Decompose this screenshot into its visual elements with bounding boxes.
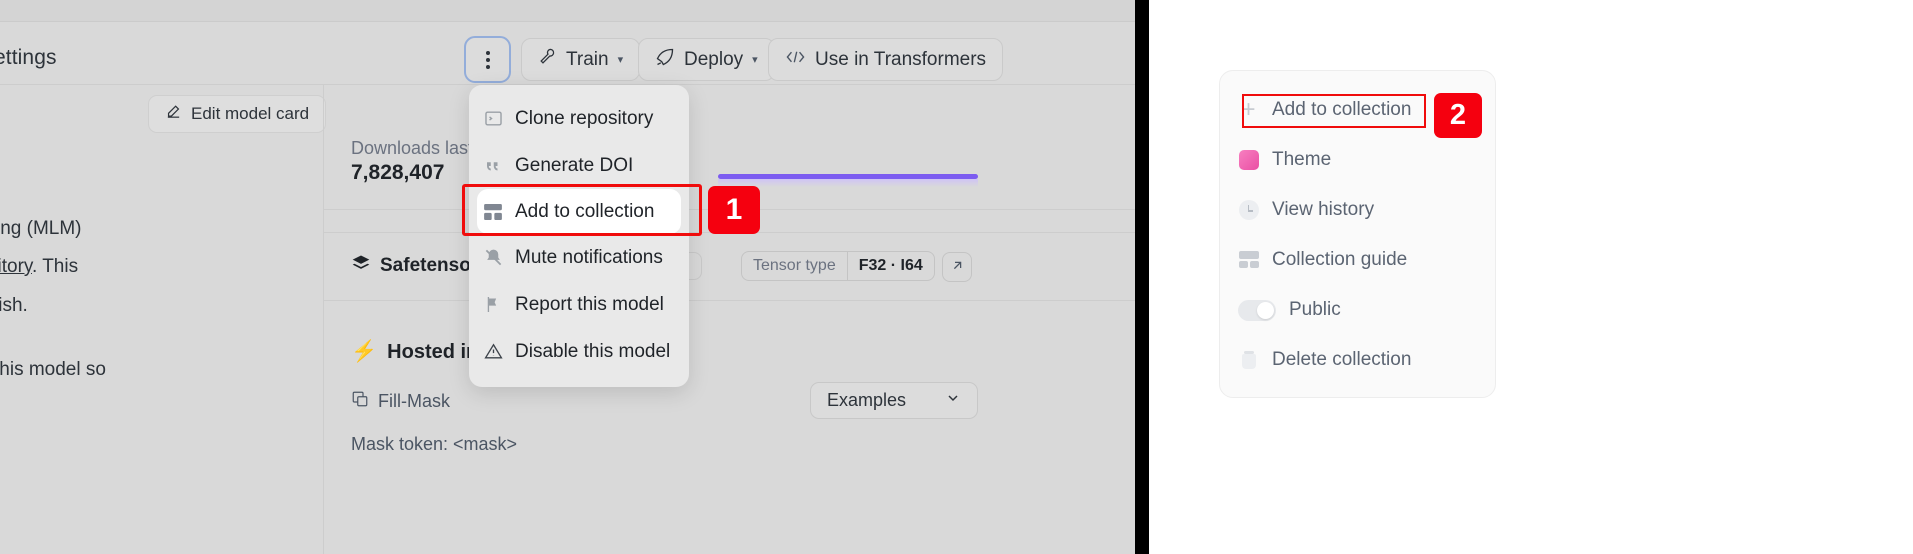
model-page-panel: ettings Edit model card Downloads last 7… [0, 0, 1135, 554]
tensor-type-value: F32 · I64 [858, 257, 923, 274]
annotation-badge-1: 1 [708, 186, 760, 234]
arrow-up-right-icon [950, 258, 965, 277]
examples-dropdown[interactable]: Examples [810, 382, 978, 419]
text-fragment-repository-suffix: . This [31, 256, 79, 277]
bell-muted-icon [483, 248, 503, 268]
external-link-button[interactable] [942, 252, 972, 282]
clock-icon [1238, 200, 1259, 221]
collection-item-label: Add to collection [1272, 99, 1412, 120]
more-options-button[interactable] [464, 36, 511, 83]
text-fragment-repository: sitory. This [0, 256, 78, 278]
text-fragment-mlm: ing (MLM) [0, 218, 82, 239]
text-fragment-this-model-so: this model so [0, 359, 106, 380]
downloads-value: 7,828,407 [351, 161, 445, 184]
menu-item-clone-repository[interactable]: Clone repository [469, 95, 689, 142]
menu-item-label: Add to collection [515, 200, 655, 222]
menu-item-generate-doi[interactable]: Generate DOI [469, 142, 689, 189]
menu-item-label: Clone repository [515, 107, 654, 129]
collection-item-label: View history [1272, 199, 1375, 220]
collection-grid-icon [483, 202, 503, 222]
menu-item-add-to-collection[interactable]: Add to collection [477, 189, 681, 234]
mask-token-text: Mask token: <mask> [351, 434, 518, 454]
deploy-button[interactable]: Deploy ▾ [638, 38, 775, 81]
train-label: Train [566, 48, 609, 70]
menu-item-label: Generate DOI [515, 154, 634, 176]
toggle-off-icon[interactable] [1238, 299, 1276, 321]
menu-item-label: Mute notifications [515, 246, 663, 268]
terminal-icon [483, 109, 503, 129]
pencil-icon [165, 103, 182, 125]
collection-item-public-toggle[interactable]: Public [1238, 299, 1341, 321]
code-brackets-icon [785, 49, 806, 71]
edit-model-card-button[interactable]: Edit model card [148, 95, 327, 133]
caret-down-icon: ▾ [752, 54, 758, 66]
repository-link[interactable]: sitory [0, 256, 32, 277]
hosted-inference-label: Hosted in [387, 340, 479, 363]
rocket-icon [655, 47, 675, 73]
panel-divider [1135, 0, 1149, 554]
caret-down-icon: ▾ [617, 54, 624, 66]
tensor-type-badge: Tensor type F32 · I64 [741, 251, 935, 281]
pipeline-tag-label: Fill-Mask [378, 391, 450, 411]
edit-model-card-label: Edit model card [191, 104, 310, 123]
page-top-strip [0, 0, 1135, 22]
collection-item-collection-guide[interactable]: Collection guide [1238, 249, 1407, 271]
menu-item-disable-this-model[interactable]: Disable this model [469, 328, 689, 375]
menu-item-mute-notifications[interactable]: Mute notifications [469, 234, 689, 281]
downloads-sparkline-fill [718, 179, 978, 187]
divider-safetensors-bottom [324, 300, 1135, 301]
trash-icon [1238, 350, 1259, 371]
collection-menu-panel: + Add to collection Theme View history C… [1149, 0, 1913, 554]
column-divider [323, 85, 324, 554]
collection-item-add-to-collection[interactable]: + Add to collection [1238, 96, 1412, 123]
collection-item-view-history[interactable]: View history [1238, 199, 1374, 221]
hosted-inference-heading: ⚡ Hosted in [351, 340, 478, 364]
warning-triangle-icon [483, 342, 503, 362]
annotation-badge-2: 2 [1434, 93, 1482, 138]
tensor-type-key: Tensor type [753, 257, 836, 274]
examples-label: Examples [827, 390, 907, 410]
theme-swatch-icon [1238, 150, 1259, 171]
menu-item-label: Disable this model [515, 340, 671, 362]
text-fragment-lish: lish. [0, 295, 28, 316]
use-in-transformers-button[interactable]: Use in Transformers [768, 38, 1004, 81]
downloads-label: Downloads last [351, 138, 474, 158]
quote-icon [483, 156, 503, 176]
pipeline-tag[interactable]: Fill-Mask [351, 390, 450, 413]
collection-item-label: Collection guide [1272, 249, 1408, 270]
wrench-icon [538, 47, 557, 72]
use-in-transformers-label: Use in Transformers [815, 48, 987, 70]
lightning-bolt-icon: ⚡ [351, 340, 378, 363]
collection-item-label: Delete collection [1272, 349, 1412, 370]
train-button[interactable]: Train ▾ [521, 38, 641, 81]
more-vertical-icon [485, 50, 490, 69]
tab-settings[interactable]: ettings [0, 46, 57, 70]
menu-item-label: Report this model [515, 293, 664, 315]
layers-icon [351, 253, 371, 279]
menu-item-report-this-model[interactable]: Report this model [469, 281, 689, 328]
chevron-down-icon [945, 390, 961, 411]
deploy-label: Deploy [684, 48, 744, 70]
screenshot-root: ettings Edit model card Downloads last 7… [0, 0, 1913, 554]
collection-item-delete-collection[interactable]: Delete collection [1238, 349, 1411, 371]
collection-item-label: Public [1289, 299, 1341, 320]
collection-grid-icon [1238, 250, 1259, 271]
model-options-menu: Clone repository Generate DOI Add to col… [469, 85, 689, 387]
flag-icon [483, 295, 503, 315]
collection-item-theme[interactable]: Theme [1238, 149, 1331, 171]
fill-mask-icon [351, 390, 369, 413]
collection-item-label: Theme [1272, 149, 1332, 170]
plus-icon: + [1241, 96, 1256, 123]
